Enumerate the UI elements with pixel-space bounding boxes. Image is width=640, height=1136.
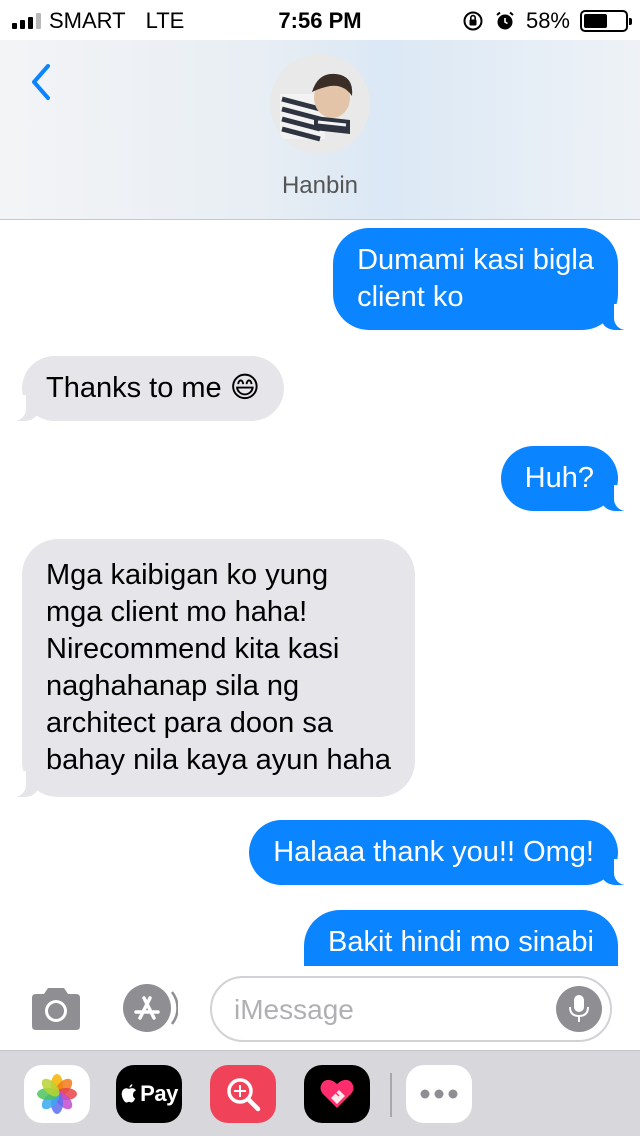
- message-line: naghahanap sila ng: [46, 670, 300, 702]
- outgoing-message[interactable]: Dumami kasi bigla client ko: [333, 228, 634, 330]
- input-bar: iMessage: [0, 966, 640, 1050]
- status-right: 58%: [462, 8, 632, 34]
- bubble-tail: [602, 304, 634, 330]
- bubble-tail: [602, 859, 634, 885]
- contact-avatar[interactable]: [270, 54, 370, 154]
- bubble-tail: [602, 485, 634, 511]
- incoming-message[interactable]: Thanks to me 😄: [6, 356, 284, 421]
- message-line: client ko: [357, 281, 464, 313]
- microphone-icon[interactable]: [556, 986, 602, 1032]
- outgoing-message[interactable]: Huh?: [500, 446, 634, 511]
- apple-pay-label: Pay: [140, 1081, 178, 1106]
- microphone-glyph: [569, 995, 589, 1022]
- message-line: Halaaa thank you!! Omg!: [273, 836, 594, 868]
- rotation-lock-icon: [463, 11, 483, 31]
- more-dots-glyph: [420, 1089, 458, 1099]
- battery-fill: [584, 14, 608, 28]
- incoming-message[interactable]: Mga kaibigan ko yung mga client mo haha!…: [6, 539, 416, 797]
- message-line: Nirecommend kita kasi: [46, 633, 340, 665]
- photos-icon[interactable]: [24, 1065, 90, 1123]
- back-chevron-icon[interactable]: [26, 62, 60, 102]
- bubble-tail: [6, 771, 38, 797]
- apple-pay-icon[interactable]: Pay: [116, 1065, 182, 1123]
- camera-icon[interactable]: [28, 984, 84, 1032]
- message-line: architect para doon sa: [46, 707, 333, 739]
- drawer-divider: [390, 1073, 392, 1117]
- alarm-icon: [496, 11, 514, 30]
- search-images-icon[interactable]: [210, 1065, 276, 1123]
- contact-name[interactable]: Hanbin: [0, 172, 640, 200]
- outgoing-message-partial[interactable]: Bakit hindi mo sinabi: [304, 910, 618, 966]
- more-icon[interactable]: [406, 1065, 472, 1123]
- message-line: Thanks to me 😄: [46, 372, 260, 404]
- digital-touch-glyph: [320, 1079, 354, 1108]
- app-store-icon[interactable]: [120, 982, 178, 1034]
- imessage-placeholder: iMessage: [234, 994, 354, 1025]
- message-line: mga client mo haha!: [46, 596, 308, 628]
- photos-glyph: [37, 1074, 77, 1114]
- battery-percentage: 58%: [525, 8, 570, 33]
- status-bar: SMART LTE 7:56 PM 58%: [0, 0, 640, 40]
- message-line: Huh?: [524, 462, 594, 494]
- battery-icon: [580, 10, 632, 32]
- digital-touch-icon[interactable]: [304, 1065, 370, 1123]
- imessage-input[interactable]: iMessage: [210, 976, 612, 1042]
- bubble-tail: [6, 395, 38, 421]
- message-line: Mga kaibigan ko yung: [46, 559, 329, 591]
- message-line: Bakit hindi mo sinabi: [328, 926, 594, 958]
- apple-logo-icon: [121, 1084, 137, 1103]
- message-line: Dumami kasi bigla: [357, 244, 594, 276]
- avatar-image: [270, 54, 370, 154]
- outgoing-message[interactable]: Halaaa thank you!! Omg!: [249, 820, 634, 885]
- message-line: bahay nila kaya ayun haha: [46, 744, 392, 776]
- conversation-header: Hanbin: [0, 40, 640, 220]
- app-drawer: Pay: [0, 1050, 640, 1136]
- search-images-glyph: [227, 1078, 261, 1112]
